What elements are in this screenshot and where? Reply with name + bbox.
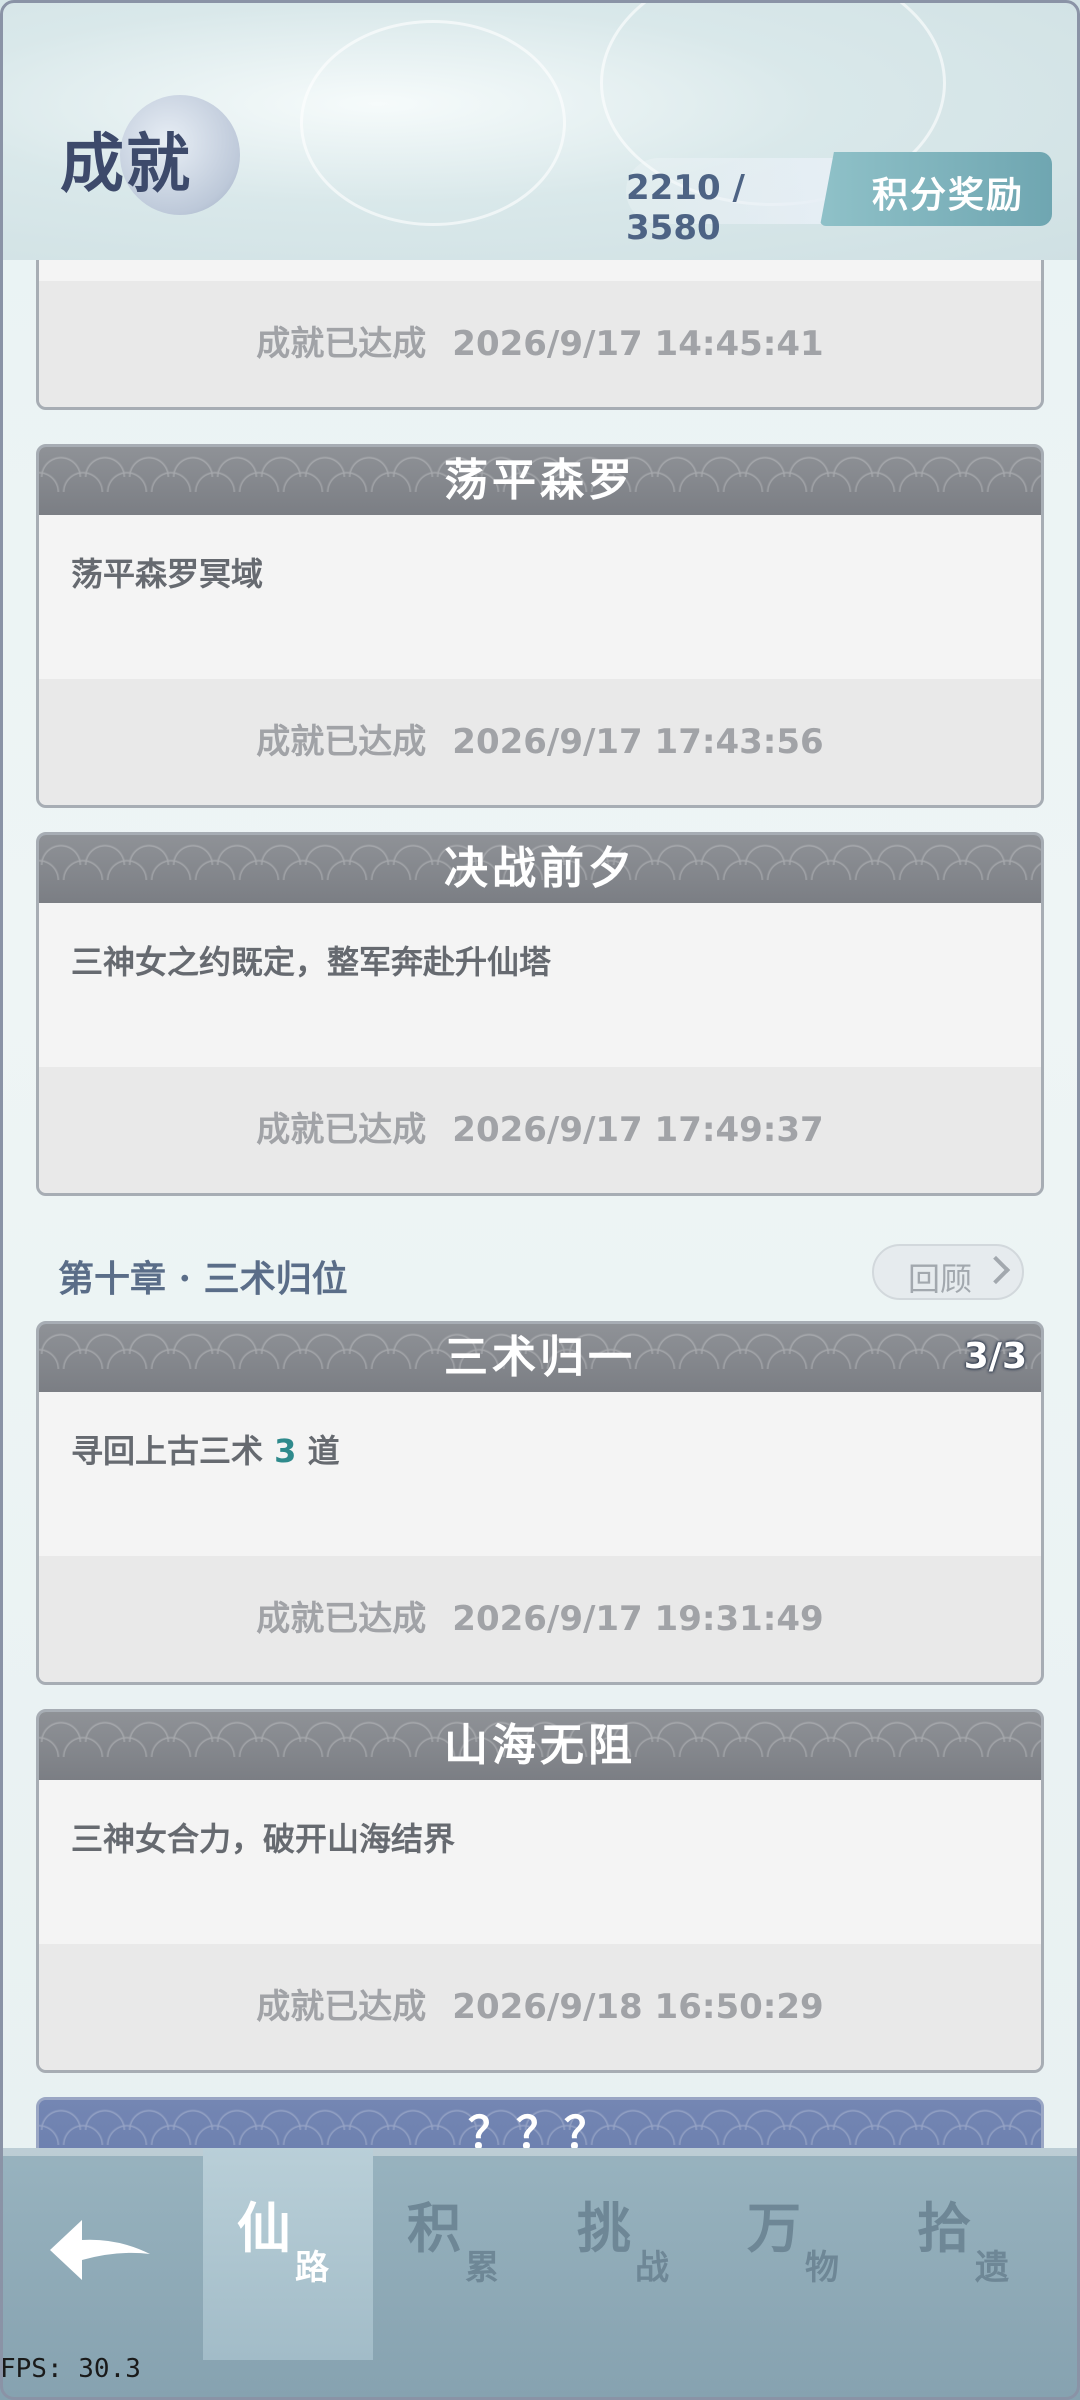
tab-jilei[interactable]: 积 累 [373, 2148, 543, 2360]
completion-date: 2026/9/17 14:45:41 [452, 324, 824, 364]
tab-main-label: 仙 [237, 2196, 291, 2260]
achievement-card: 山海无阻 三神女合力，破开山海结界 成就已达成 2026/9/18 16:50:2… [36, 1709, 1044, 2073]
status-label: 成就已达成 [256, 1599, 427, 1639]
card-title: 荡平森罗 [444, 455, 636, 506]
tab-main-label: 挑 [577, 2196, 631, 2260]
tab-sub-label: 遗 [975, 2248, 1009, 2288]
tab-sub-label: 累 [465, 2248, 499, 2288]
card-status: 成就已达成 2026/9/17 17:49:37 [39, 1067, 1041, 1193]
locked-achievement-card: ？？？ [36, 2097, 1044, 2150]
card-description: 三神女之约既定，整军奔赴升仙塔 [39, 903, 1041, 1067]
card-status: 成就已达成 2026/9/17 19:31:49 [39, 1556, 1041, 1682]
status-label: 成就已达成 [256, 1987, 427, 2027]
card-description: 三神女合力，破开山海结界 [39, 1780, 1041, 1944]
chevron-right-icon [981, 1255, 1011, 1285]
status-label: 成就已达成 [256, 722, 427, 762]
status-label: 成就已达成 [256, 324, 427, 364]
tab-sub-label: 路 [295, 2248, 329, 2288]
completion-date: 2026/9/17 19:31:49 [452, 1599, 824, 1639]
description-unit: 道 [296, 1432, 340, 1470]
card-title: ？？？ [468, 2108, 612, 2150]
bottom-navigation: 仙 路 积 累 挑 战 万 物 拾 遗 [0, 2148, 1080, 2400]
card-title: 决战前夕 [444, 843, 636, 894]
tab-sub-label: 战 [635, 2248, 669, 2288]
card-title-bar: 山海无阻 [39, 1712, 1041, 1780]
back-arrow-icon [50, 2220, 150, 2280]
description-text: 寻回上古三术 [71, 1432, 275, 1470]
card-title-bar: 荡平森罗 [39, 447, 1041, 515]
tab-main-label: 万 [747, 2196, 801, 2260]
card-title-bar: 决战前夕 [39, 835, 1041, 903]
achievement-card: 荡平森罗 荡平森罗冥域 成就已达成 2026/9/17 17:43:56 [36, 444, 1044, 808]
card-status: 成就已达成 2026/9/18 16:50:29 [39, 1944, 1041, 2070]
achievement-card: 三术归一 3/3 寻回上古三术 3 道 成就已达成 2026/9/17 19:31:… [36, 1321, 1044, 1685]
card-title-bar: 三术归一 3/3 [39, 1324, 1041, 1392]
page-title-logo: 成就 [50, 95, 240, 245]
completion-date: 2026/9/18 16:50:29 [452, 1987, 824, 2027]
page-title: 成就 [60, 127, 192, 202]
review-button[interactable]: 回顾 [872, 1244, 1024, 1300]
card-description: 荡平森罗冥域 [39, 515, 1041, 679]
card-title-bar: ？？？ [39, 2100, 1041, 2150]
score-value: 2210 / 3580 [626, 168, 745, 248]
card-title: 三术归一 [444, 1332, 636, 1383]
chapter-title: 第十章 · 三术归位 [58, 1258, 348, 1300]
achievement-card: 决战前夕 三神女之约既定，整军奔赴升仙塔 成就已达成 2026/9/17 17:4… [36, 832, 1044, 1196]
fps-counter: FPS: 30.3 [0, 2354, 141, 2384]
description-count: 3 [274, 1432, 297, 1470]
tab-sub-label: 物 [805, 2248, 839, 2288]
tab-shiyi[interactable]: 拾 遗 [883, 2148, 1053, 2360]
completion-date: 2026/9/17 17:43:56 [452, 722, 824, 762]
achievement-list[interactable]: 成就已达成 2026/9/17 14:45:41 荡平森罗 荡平森罗冥域 成就已达… [0, 0, 1080, 2150]
tab-xianlu[interactable]: 仙 路 [203, 2148, 373, 2360]
tab-main-label: 拾 [917, 2196, 971, 2260]
card-title: 山海无阻 [444, 1720, 636, 1771]
back-button[interactable] [0, 2148, 200, 2360]
points-reward-button[interactable]: 积分奖励 [820, 152, 1052, 226]
card-status: 成就已达成 2026/9/17 14:45:41 [39, 281, 1041, 407]
tab-tiaozhan[interactable]: 挑 战 [543, 2148, 713, 2360]
card-status: 成就已达成 2026/9/17 17:43:56 [39, 679, 1041, 805]
header: 成就 2210 / 3580 积分奖励 [0, 0, 1080, 260]
points-reward-label: 积分奖励 [872, 175, 1025, 216]
completion-date: 2026/9/17 17:49:37 [452, 1110, 824, 1150]
tab-wanwu[interactable]: 万 物 [713, 2148, 883, 2360]
card-description: 寻回上古三术 3 道 [39, 1392, 1041, 1556]
tab-main-label: 积 [407, 2196, 461, 2260]
score-display: 2210 / 3580 [626, 158, 841, 248]
decorative-swirl [300, 20, 566, 226]
status-label: 成就已达成 [256, 1110, 427, 1150]
progress-count: 3/3 [963, 1336, 1027, 1377]
review-button-label: 回顾 [908, 1260, 973, 1298]
